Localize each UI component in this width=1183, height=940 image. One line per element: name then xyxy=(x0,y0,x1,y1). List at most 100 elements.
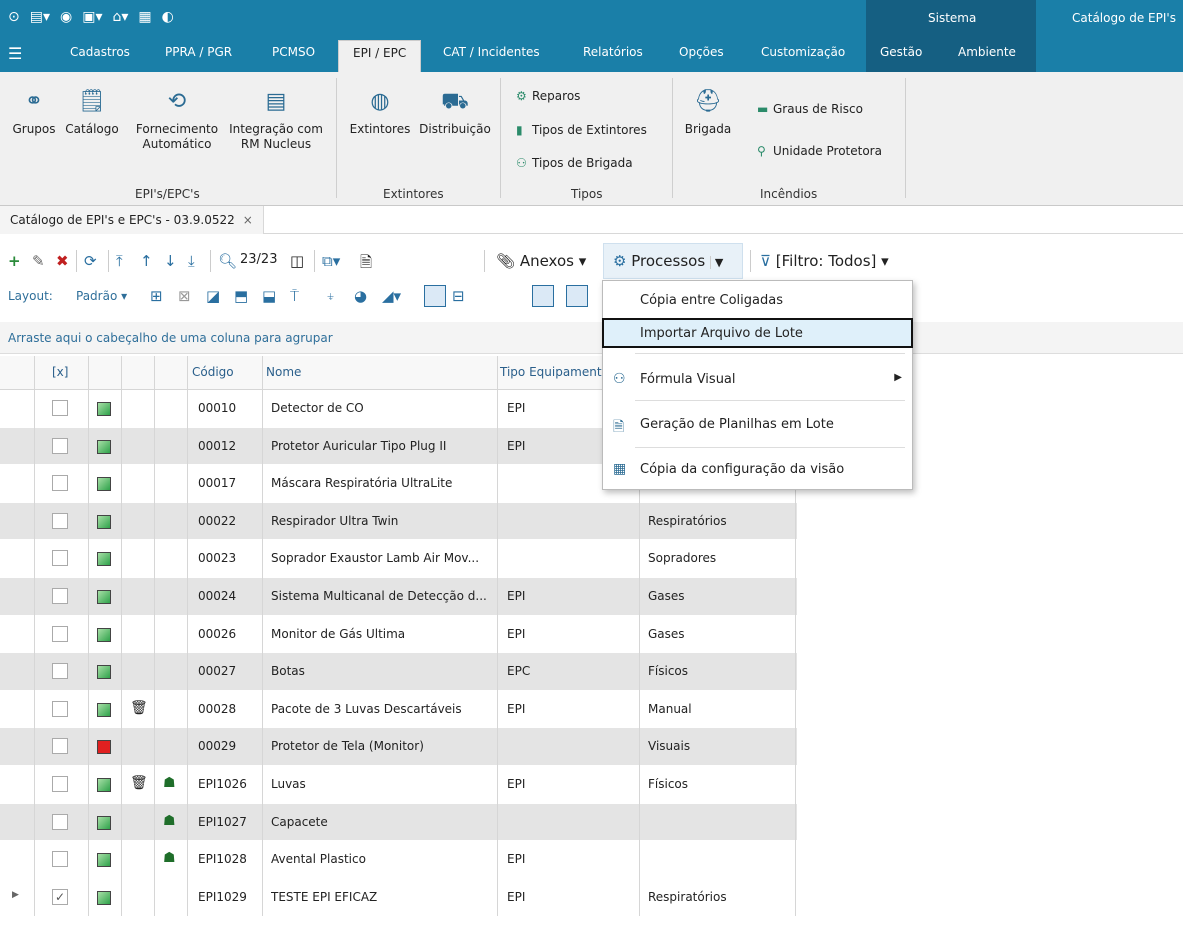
row-checkbox[interactable] xyxy=(52,776,68,792)
table-row[interactable]: 🗑︎ ☗ EPI1026 Luvas EPI Físicos xyxy=(0,766,797,804)
row-checkbox[interactable] xyxy=(52,625,68,642)
delete-icon[interactable]: ✖ xyxy=(56,252,69,270)
filter-button[interactable]: ⊽ [Filtro: Todos] ▾ xyxy=(760,252,889,270)
header-select[interactable]: [x] xyxy=(52,365,68,379)
app-menu-icon[interactable]: ⊙ xyxy=(8,9,20,25)
brigada-button[interactable]: ⛑ Brigada xyxy=(680,84,736,137)
close-icon[interactable]: × xyxy=(243,213,253,227)
expand-icon[interactable]: ⊞ xyxy=(150,287,163,305)
tab-ambiente[interactable]: Ambiente xyxy=(958,45,1016,59)
row-checkbox[interactable] xyxy=(52,738,68,755)
menu-item-geracao-planilhas[interactable]: 🗎 Geração de Planilhas em Lote xyxy=(603,410,912,440)
row-checkbox[interactable] xyxy=(52,700,68,717)
tab-cadastros[interactable]: Cadastros xyxy=(70,45,130,59)
row-checkbox[interactable] xyxy=(52,588,68,604)
row-checkbox[interactable] xyxy=(52,550,68,567)
processos-button[interactable]: ⚙ Processos ▼ xyxy=(613,252,724,270)
view-mode-3[interactable] xyxy=(532,285,554,307)
row-checkbox[interactable] xyxy=(52,512,68,529)
menu-item-copia-coligadas[interactable]: Cópia entre Coligadas xyxy=(603,286,912,316)
down-icon[interactable]: ↓ xyxy=(164,252,177,270)
tab-epi-epc[interactable]: EPI / EPC xyxy=(338,40,422,72)
tab-opcoes[interactable]: Opções xyxy=(679,45,724,59)
tipos-brigada-button[interactable]: ⚇ Tipos de Brigada xyxy=(516,156,633,170)
tab-relatorios[interactable]: Relatórios xyxy=(583,45,643,59)
row-checkbox[interactable] xyxy=(52,813,68,830)
layout-dropdown[interactable]: Padrão ▾ xyxy=(76,289,127,303)
row-checkbox[interactable]: ✓ xyxy=(52,888,68,905)
menu-item-importar-arquivo-lote[interactable]: Importar Arquivo de Lote xyxy=(602,318,913,348)
header-tipo[interactable]: Tipo Equipament xyxy=(500,365,602,379)
table-row[interactable]: 00027 Botas EPC Físicos xyxy=(0,653,797,691)
tab-pcmso[interactable]: PCMSO xyxy=(272,45,315,59)
tab-cat[interactable]: CAT / Incidentes xyxy=(443,45,540,59)
table-row[interactable]: 00029 Protetor de Tela (Monitor) Visuais xyxy=(0,728,797,766)
header-codigo[interactable]: Código xyxy=(192,365,234,379)
layout-icon-1[interactable]: ◪ xyxy=(206,287,220,305)
graus-risco-button[interactable]: ▬ Graus de Risco xyxy=(757,102,863,116)
grupos-button[interactable]: ⚭ Grupos xyxy=(6,84,62,137)
search-icon[interactable]: 🔍︎ xyxy=(218,252,237,270)
processos-label: Processos xyxy=(631,252,706,270)
table-row[interactable]: 00023 Soprador Exaustor Lamb Air Mov... So… xyxy=(0,540,797,578)
color-icon[interactable]: ◕ xyxy=(354,287,367,305)
table-row[interactable]: 00024 Sistema Multicanal de Detecção d...… xyxy=(0,578,797,616)
reparos-button[interactable]: ⚙ Reparos xyxy=(516,89,580,103)
menu-item-copia-configuracao[interactable]: ▦ Cópia da configuração da visão xyxy=(603,455,912,485)
tab-ppra[interactable]: PPRA / PGR xyxy=(165,45,232,59)
menu-item-label: Fórmula Visual xyxy=(640,372,736,387)
chevron-down-icon[interactable]: ▼ xyxy=(709,256,724,269)
table-row[interactable]: 🗑︎ 00028 Pacote de 3 Luvas Descartáveis EPI… xyxy=(0,691,797,729)
first-icon[interactable]: ⤒ xyxy=(116,252,123,270)
home-icon[interactable]: ⌂▾ xyxy=(112,9,128,25)
layout-icon-2[interactable]: ⬒ xyxy=(234,287,248,305)
edit-icon[interactable]: ✎ xyxy=(32,252,45,270)
report-icon[interactable]: 🗎 xyxy=(360,252,372,277)
view-mode-2[interactable]: ⊟ xyxy=(452,287,465,305)
menu-icon[interactable]: ☰ xyxy=(8,44,22,63)
export-icon[interactable]: ⧉▾ xyxy=(322,252,340,270)
tab-customizacao[interactable]: Customização xyxy=(761,45,845,59)
row-checkbox[interactable] xyxy=(52,475,68,492)
row-checkbox[interactable] xyxy=(52,851,68,868)
distribuicao-button[interactable]: ⛟ Distribuição xyxy=(418,84,492,137)
row-checkbox[interactable] xyxy=(52,663,68,680)
table-row[interactable]: ☗ EPI1028 Avental Plastico EPI xyxy=(0,841,797,879)
anexos-button[interactable]: 📎︎ Anexos ▾ xyxy=(496,252,586,270)
view-mode-1[interactable] xyxy=(424,285,446,307)
help-icon[interactable]: ◐ xyxy=(162,9,174,25)
row-checkbox[interactable] xyxy=(52,400,68,416)
columns-icon[interactable]: ◫ xyxy=(290,252,304,270)
group-by-area[interactable]: Arraste aqui o cabeçalho de uma coluna p… xyxy=(0,322,1183,354)
tab-gestao[interactable]: Gestão xyxy=(880,45,922,59)
tree-icon[interactable]: ▤▾ xyxy=(30,9,50,25)
integracao-button[interactable]: ▤ Integração com RM Nucleus xyxy=(226,84,326,152)
doc-tab-catalogo[interactable]: Catálogo de EPI's e EPC's - 03.9.0522 × xyxy=(0,206,264,234)
fornecimento-button[interactable]: ⟲ Fornecimento Automático xyxy=(124,84,230,152)
row-checkbox[interactable] xyxy=(52,437,68,454)
layout-icon-3[interactable]: ⬓ xyxy=(262,287,276,305)
menu-item-formula-visual[interactable]: ⚇ Fórmula Visual ▶ xyxy=(603,365,912,395)
table-row[interactable]: ▶ ✓ EPI1029 TESTE EPI EFICAZ EPI Respiratório… xyxy=(0,878,797,917)
chart-icon[interactable]: ◢▾ xyxy=(382,287,401,305)
window-icon[interactable]: ▣▾ xyxy=(82,9,102,25)
unidade-protetora-button[interactable]: ⚲ Unidade Protetora xyxy=(757,144,882,158)
extintores-button[interactable]: ◍ Extintores xyxy=(344,84,416,137)
view-mode-4[interactable] xyxy=(566,285,588,307)
pin-down-icon[interactable]: ⍖ xyxy=(326,287,335,305)
tipos-extintores-button[interactable]: ▮ Tipos de Extintores xyxy=(516,123,647,137)
add-icon[interactable]: + xyxy=(8,252,21,270)
table-row[interactable]: ☗ EPI1027 Capacete xyxy=(0,803,797,842)
collapse-icon[interactable]: ⊠ xyxy=(178,287,191,305)
view-icon[interactable]: ◉ xyxy=(60,9,72,25)
pin-icon[interactable]: ⍑ xyxy=(290,287,299,305)
table-row[interactable]: 00026 Monitor de Gás Ultima EPI Gases xyxy=(0,616,797,654)
catalogo-button[interactable]: 🗒 Catálogo xyxy=(62,84,122,137)
up-icon[interactable]: ↑ xyxy=(140,252,153,270)
grid-icon[interactable]: ▦ xyxy=(138,9,151,25)
table-row[interactable]: 00022 Respirador Ultra Twin Respiratórios xyxy=(0,502,797,541)
refresh-icon[interactable]: ⟳ xyxy=(84,252,97,270)
header-nome[interactable]: Nome xyxy=(266,365,301,379)
menu-item-label: Cópia da configuração da visão xyxy=(640,462,845,477)
last-icon[interactable]: ⤓ xyxy=(188,252,195,270)
